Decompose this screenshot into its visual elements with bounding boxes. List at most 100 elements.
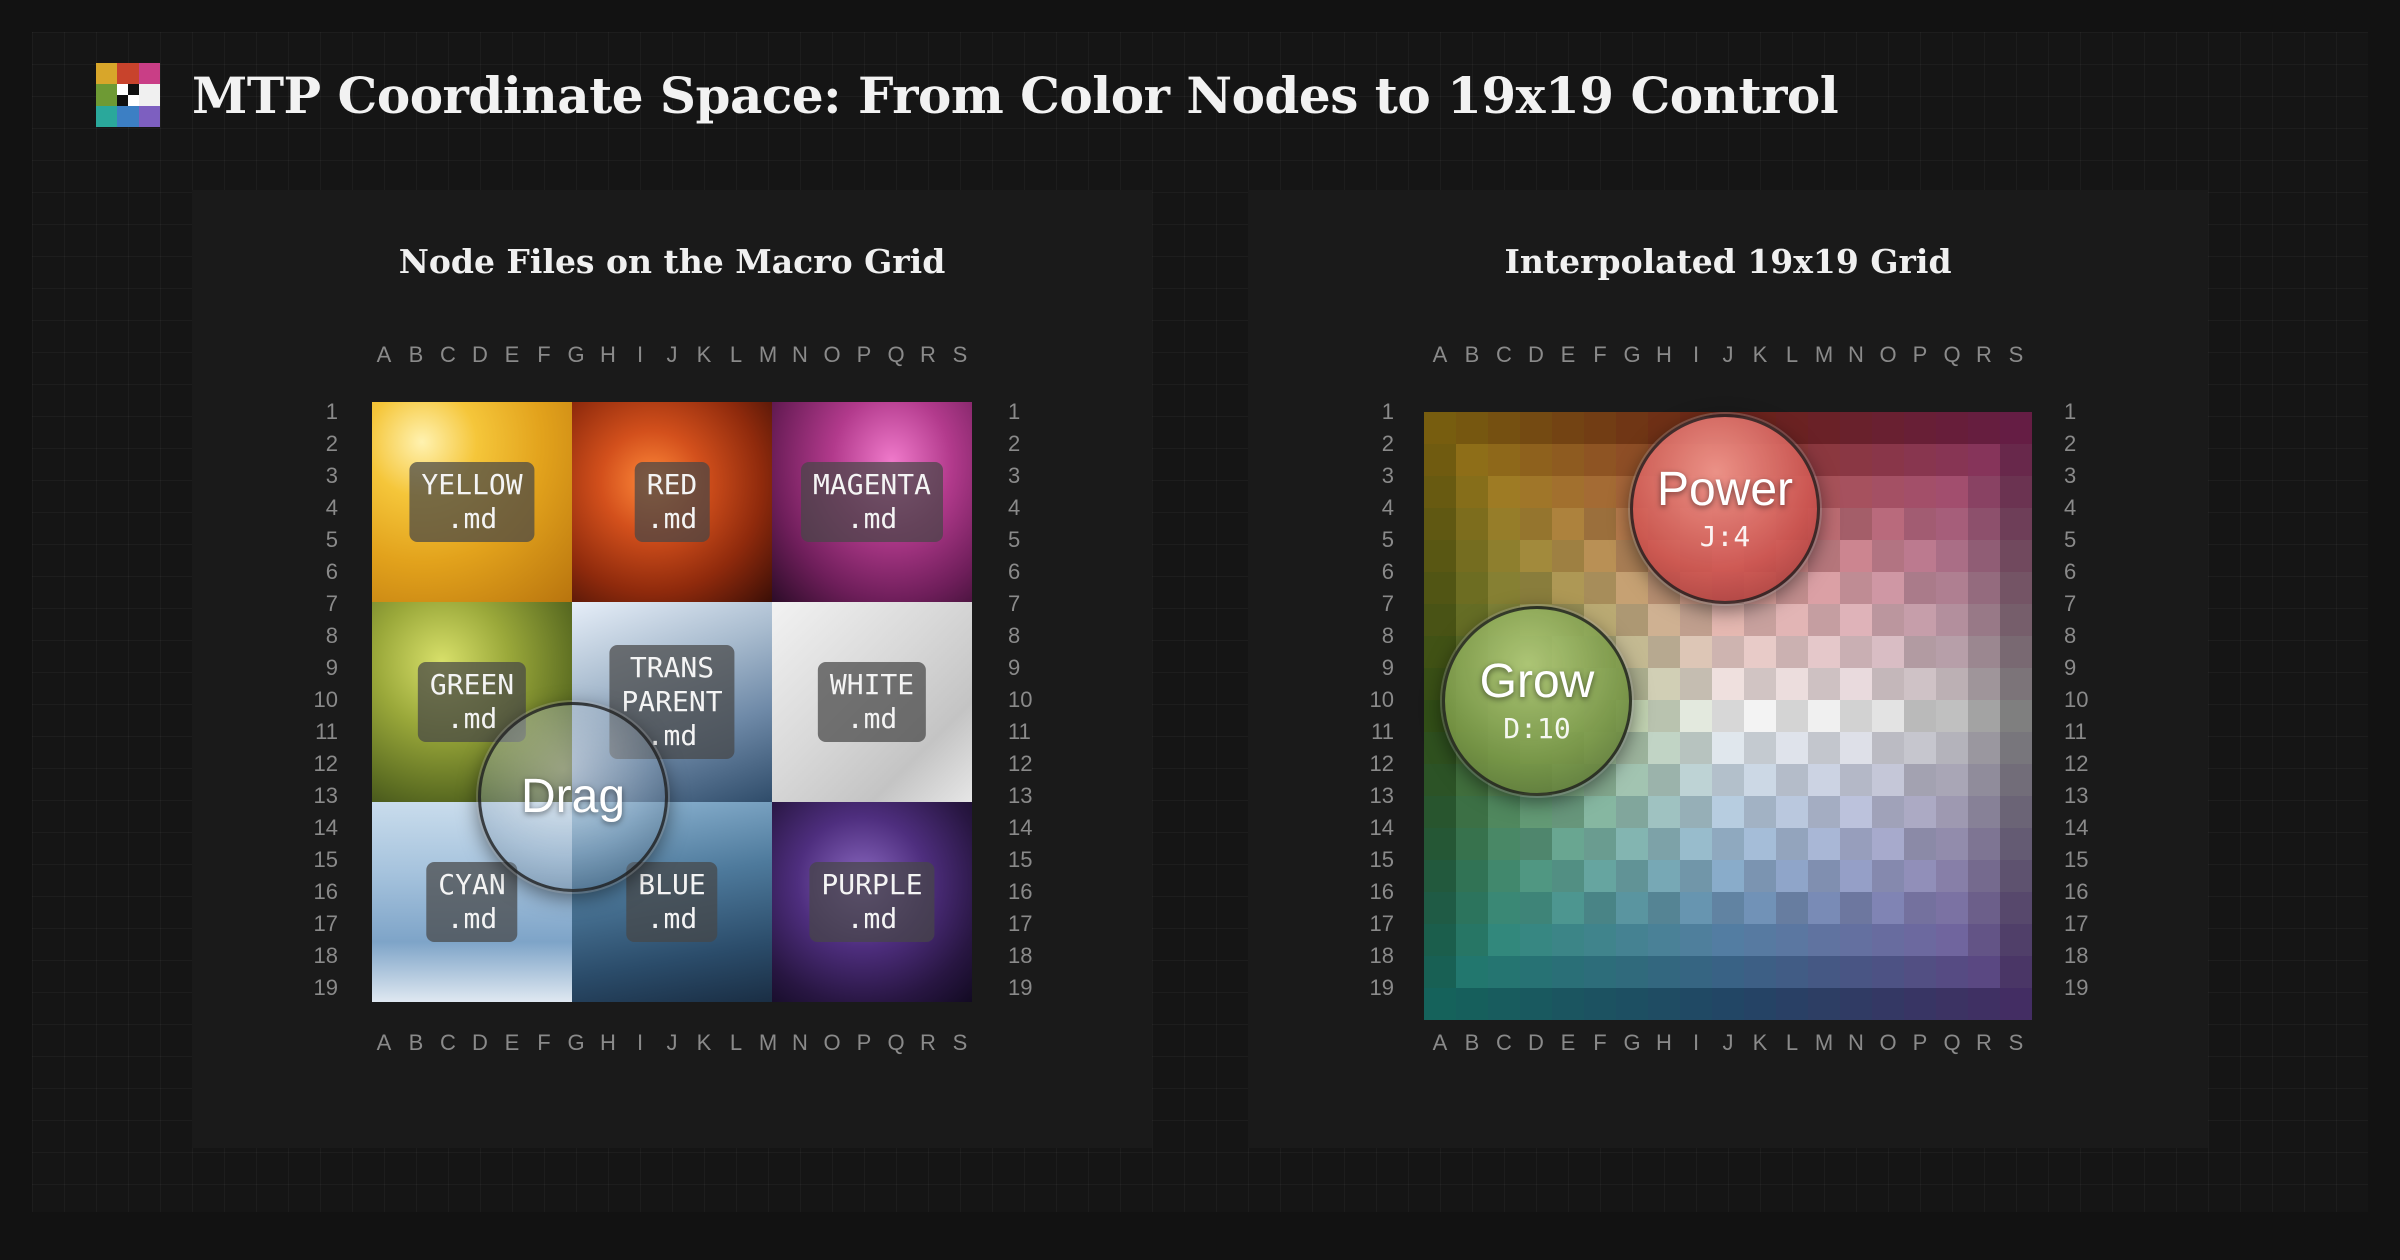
grid-cell[interactable] bbox=[1680, 828, 1712, 860]
grid-cell[interactable] bbox=[1552, 412, 1584, 444]
grid-cell[interactable] bbox=[1456, 540, 1488, 572]
grid-cell[interactable] bbox=[2000, 412, 2032, 444]
grid-cell[interactable] bbox=[2000, 732, 2032, 764]
grid-cell[interactable] bbox=[1968, 956, 2000, 988]
grid-cell[interactable] bbox=[1968, 540, 2000, 572]
grid-cell[interactable] bbox=[1680, 764, 1712, 796]
grid-cell[interactable] bbox=[1616, 604, 1648, 636]
grid-cell[interactable] bbox=[1648, 956, 1680, 988]
grid-cell[interactable] bbox=[1680, 604, 1712, 636]
grid-cell[interactable] bbox=[2000, 796, 2032, 828]
grid-cell[interactable] bbox=[1552, 540, 1584, 572]
grid-cell[interactable] bbox=[1488, 892, 1520, 924]
grid-cell[interactable] bbox=[1712, 860, 1744, 892]
grid-cell[interactable] bbox=[1488, 476, 1520, 508]
grid-cell[interactable] bbox=[1616, 924, 1648, 956]
grid-cell[interactable] bbox=[1968, 476, 2000, 508]
grid-cell[interactable] bbox=[1904, 412, 1936, 444]
grid-cell[interactable] bbox=[1840, 988, 1872, 1020]
grid-cell[interactable] bbox=[1872, 924, 1904, 956]
grid-cell[interactable] bbox=[1680, 732, 1712, 764]
grid-cell[interactable] bbox=[1936, 668, 1968, 700]
grid-cell[interactable] bbox=[1520, 444, 1552, 476]
grid-cell[interactable] bbox=[1872, 796, 1904, 828]
grid-cell[interactable] bbox=[1904, 988, 1936, 1020]
grid-cell[interactable] bbox=[1808, 444, 1840, 476]
grid-cell[interactable] bbox=[1872, 892, 1904, 924]
grid-cell[interactable] bbox=[1904, 892, 1936, 924]
grid-cell[interactable] bbox=[1520, 508, 1552, 540]
grid-cell[interactable] bbox=[1616, 572, 1648, 604]
grid-cell[interactable] bbox=[1712, 988, 1744, 1020]
grid-cell[interactable] bbox=[1776, 604, 1808, 636]
grid-cell[interactable] bbox=[1424, 412, 1456, 444]
grid-cell[interactable] bbox=[1520, 860, 1552, 892]
grid-cell[interactable] bbox=[2000, 892, 2032, 924]
grid-cell[interactable] bbox=[1744, 892, 1776, 924]
grid-cell[interactable] bbox=[1680, 796, 1712, 828]
grid-cell[interactable] bbox=[1616, 892, 1648, 924]
grid-cell[interactable] bbox=[2000, 828, 2032, 860]
grid-cell[interactable] bbox=[1968, 604, 2000, 636]
grid-cell[interactable] bbox=[1776, 668, 1808, 700]
grow-lens[interactable]: Grow D:10 bbox=[1442, 606, 1632, 796]
grid-cell[interactable] bbox=[1744, 828, 1776, 860]
grid-cell[interactable] bbox=[1840, 764, 1872, 796]
grid-cell[interactable] bbox=[1712, 764, 1744, 796]
grid-cell[interactable] bbox=[1936, 892, 1968, 924]
grid-cell[interactable] bbox=[1552, 508, 1584, 540]
grid-cell[interactable] bbox=[1648, 764, 1680, 796]
grid-cell[interactable] bbox=[1936, 540, 1968, 572]
grid-cell[interactable] bbox=[1648, 924, 1680, 956]
grid-cell[interactable] bbox=[1808, 892, 1840, 924]
grid-cell[interactable] bbox=[1744, 764, 1776, 796]
grid-cell[interactable] bbox=[1840, 732, 1872, 764]
grid-cell[interactable] bbox=[1968, 508, 2000, 540]
grid-cell[interactable] bbox=[1936, 988, 1968, 1020]
grid-cell[interactable] bbox=[1744, 668, 1776, 700]
grid-cell[interactable] bbox=[1712, 604, 1744, 636]
grid-cell[interactable] bbox=[1904, 540, 1936, 572]
grid-cell[interactable] bbox=[1424, 860, 1456, 892]
grid-cell[interactable] bbox=[2000, 476, 2032, 508]
grid-cell[interactable] bbox=[1520, 828, 1552, 860]
grid-cell[interactable] bbox=[1776, 860, 1808, 892]
grid-cell[interactable] bbox=[1520, 796, 1552, 828]
grid-cell[interactable] bbox=[1872, 860, 1904, 892]
grid-cell[interactable] bbox=[1424, 508, 1456, 540]
grid-cell[interactable] bbox=[1872, 764, 1904, 796]
grid-cell[interactable] bbox=[1904, 956, 1936, 988]
grid-cell[interactable] bbox=[1488, 540, 1520, 572]
grid-cell[interactable] bbox=[1776, 700, 1808, 732]
grid-cell[interactable] bbox=[1456, 892, 1488, 924]
grid-cell[interactable] bbox=[1520, 892, 1552, 924]
grid-cell[interactable] bbox=[1776, 892, 1808, 924]
grid-cell[interactable] bbox=[1456, 924, 1488, 956]
grid-cell[interactable] bbox=[1808, 924, 1840, 956]
grid-cell[interactable] bbox=[1616, 796, 1648, 828]
grid-cell[interactable] bbox=[1776, 732, 1808, 764]
grid-cell[interactable] bbox=[1840, 572, 1872, 604]
grid-cell[interactable] bbox=[1840, 700, 1872, 732]
grid-cell[interactable] bbox=[1776, 796, 1808, 828]
grid-cell[interactable] bbox=[1776, 956, 1808, 988]
grid-cell[interactable] bbox=[1840, 604, 1872, 636]
grid-cell[interactable] bbox=[1776, 764, 1808, 796]
grid-cell[interactable] bbox=[1936, 700, 1968, 732]
grid-cell[interactable] bbox=[2000, 636, 2032, 668]
grid-cell[interactable] bbox=[2000, 764, 2032, 796]
grid-cell[interactable] bbox=[1584, 828, 1616, 860]
grid-cell[interactable] bbox=[1584, 572, 1616, 604]
grid-cell[interactable] bbox=[1968, 828, 2000, 860]
grid-cell[interactable] bbox=[1424, 572, 1456, 604]
grid-cell[interactable] bbox=[1552, 956, 1584, 988]
grid-cell[interactable] bbox=[1808, 956, 1840, 988]
grid-cell[interactable] bbox=[1648, 668, 1680, 700]
grid-cell[interactable] bbox=[1584, 924, 1616, 956]
grid-cell[interactable] bbox=[1456, 508, 1488, 540]
grid-cell[interactable] bbox=[1872, 956, 1904, 988]
grid-cell[interactable] bbox=[1968, 860, 2000, 892]
grid-cell[interactable] bbox=[1520, 412, 1552, 444]
grid-cell[interactable] bbox=[1904, 796, 1936, 828]
grid-cell[interactable] bbox=[1552, 796, 1584, 828]
